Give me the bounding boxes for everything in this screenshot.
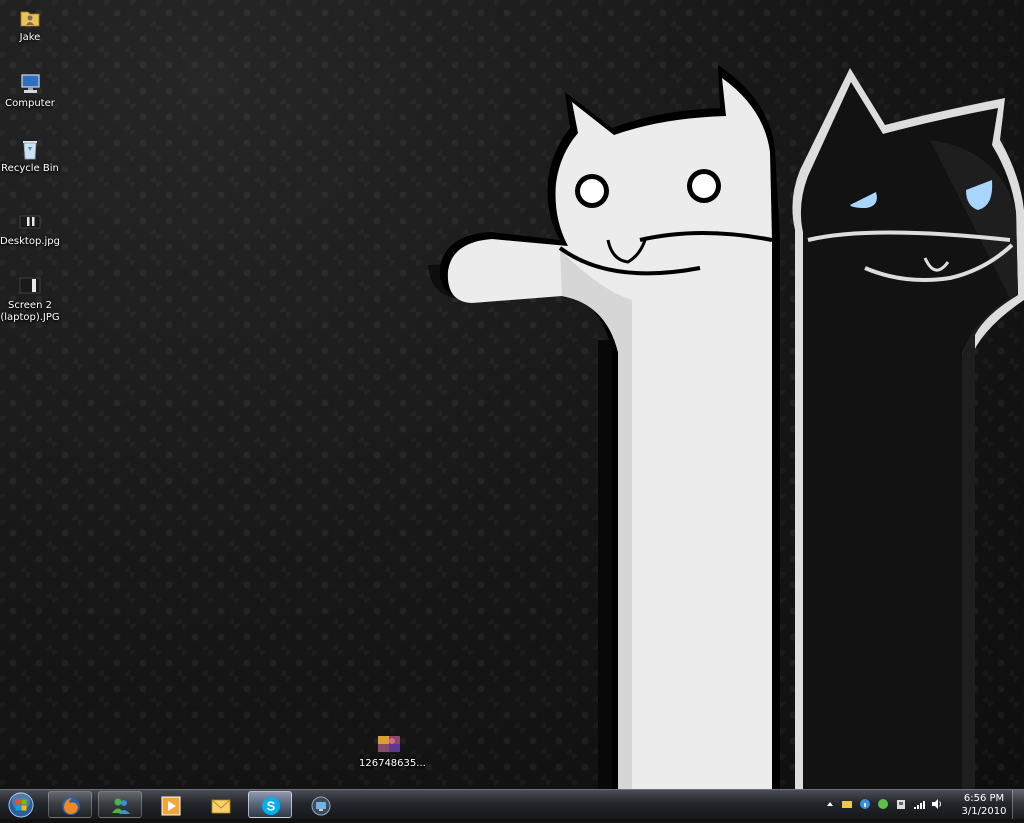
action-center-icon[interactable] — [895, 798, 907, 810]
taskbar-remote-desktop-button[interactable] — [298, 791, 342, 818]
chevron-up-icon[interactable] — [824, 798, 836, 810]
computer-icon — [21, 74, 40, 93]
desktop-icon-label: Recycle Bin — [1, 163, 59, 174]
mail-icon — [211, 799, 231, 814]
skype-icon: S — [262, 797, 280, 815]
system-tray — [820, 790, 960, 820]
desktop-icon-desktop-jpg[interactable]: Desktop.jpg — [0, 210, 60, 248]
notification-icon[interactable] — [841, 798, 853, 810]
taskbar-messenger-button[interactable] — [98, 791, 142, 818]
user-folder-icon — [20, 11, 40, 27]
clock-date: 3/1/2010 — [961, 806, 1007, 817]
clock[interactable]: 6:56 PM 3/1/2010 — [958, 792, 1010, 818]
taskbar-firefox-button[interactable] — [48, 791, 92, 818]
image-file-icon — [19, 277, 41, 294]
green-app-icon[interactable] — [877, 798, 889, 810]
desktop-icon-screen-2[interactable]: Screen 2 (laptop).JPG — [0, 274, 60, 324]
windows-orb-icon — [8, 792, 34, 818]
volume-icon[interactable] — [931, 798, 943, 810]
desktop-icon-label: Desktop.jpg — [0, 236, 60, 247]
messenger-icon — [112, 798, 130, 814]
desktop-icon-recycle-bin[interactable]: Recycle Bin — [0, 137, 60, 175]
taskbar-media-player-button[interactable] — [148, 791, 192, 818]
info-icon[interactable] — [859, 798, 871, 810]
taskbar-mail-button[interactable] — [198, 791, 242, 818]
wallpaper-art — [428, 65, 1024, 789]
desktop-icon-jake[interactable]: Jake — [0, 6, 60, 44]
network-signal-icon[interactable] — [913, 798, 925, 810]
start-button[interactable] — [4, 791, 40, 819]
black-cat — [792, 68, 1024, 789]
firefox-icon — [62, 797, 80, 815]
image-file-icon — [378, 736, 400, 752]
svg-text:S: S — [267, 799, 276, 814]
desktop-icon-label: 126748635... — [359, 758, 426, 769]
taskbar: S 6:56 PM 3/1/2010 — [0, 789, 1024, 819]
image-file-icon — [19, 215, 41, 229]
remote-desktop-icon — [311, 796, 331, 816]
media-player-icon — [161, 796, 181, 816]
desktop-icon-label: Jake — [19, 32, 41, 43]
desktop[interactable]: Jake Computer Recycle Bin Desktop.jpg Sc… — [0, 0, 1024, 789]
taskbar-skype-button[interactable]: S — [248, 791, 292, 818]
desktop-icon-computer[interactable]: Computer — [0, 72, 60, 110]
desktop-icon-126748635[interactable]: 126748635... — [359, 732, 426, 770]
recycle-bin-icon — [23, 141, 37, 160]
desktop-icon-label: Computer — [5, 98, 55, 109]
desktop-icon-label: Screen 2 (laptop).JPG — [0, 300, 60, 323]
show-desktop-button[interactable] — [1012, 790, 1024, 819]
clock-time: 6:56 PM — [963, 793, 1005, 804]
